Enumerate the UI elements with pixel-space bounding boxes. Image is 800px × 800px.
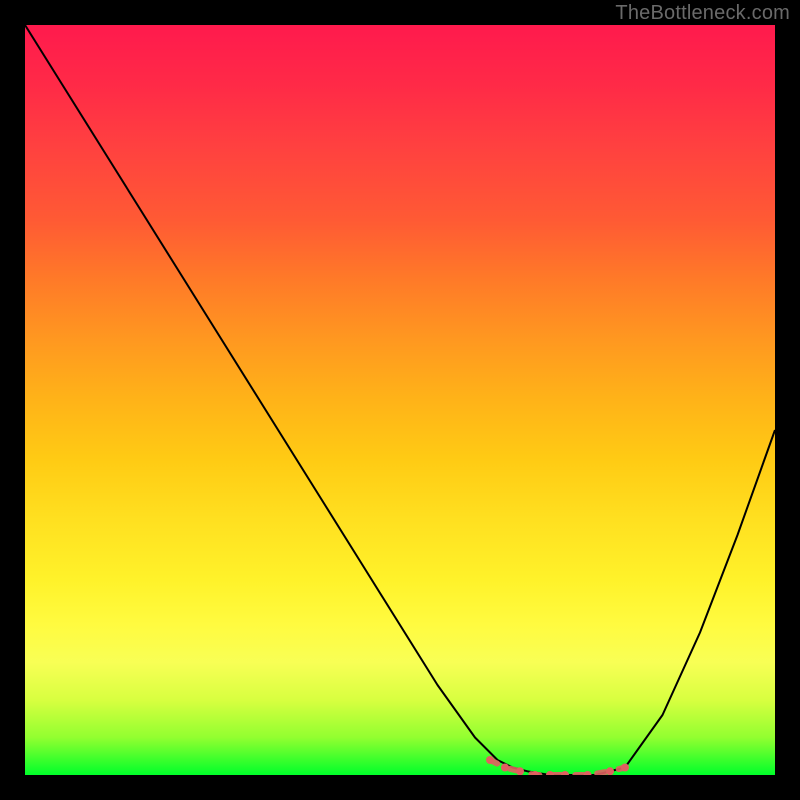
bottleneck-curve — [25, 25, 775, 775]
optimal-range-line — [490, 760, 625, 775]
watermark-text: TheBottleneck.com — [615, 2, 790, 25]
curve-group — [25, 25, 775, 775]
optimal-range-marker — [516, 767, 524, 775]
optimal-range-marker — [606, 767, 614, 775]
optimal-range-marker — [486, 756, 494, 764]
chart-frame: TheBottleneck.com — [0, 0, 800, 800]
marker-group — [486, 756, 629, 775]
optimal-range-marker — [501, 764, 509, 772]
optimal-range-marker — [546, 771, 554, 775]
curve-layer — [25, 25, 775, 775]
plot-area — [25, 25, 775, 775]
optimal-range-marker — [584, 771, 592, 775]
optimal-range-marker — [621, 764, 629, 772]
optimal-range-marker — [561, 771, 569, 775]
